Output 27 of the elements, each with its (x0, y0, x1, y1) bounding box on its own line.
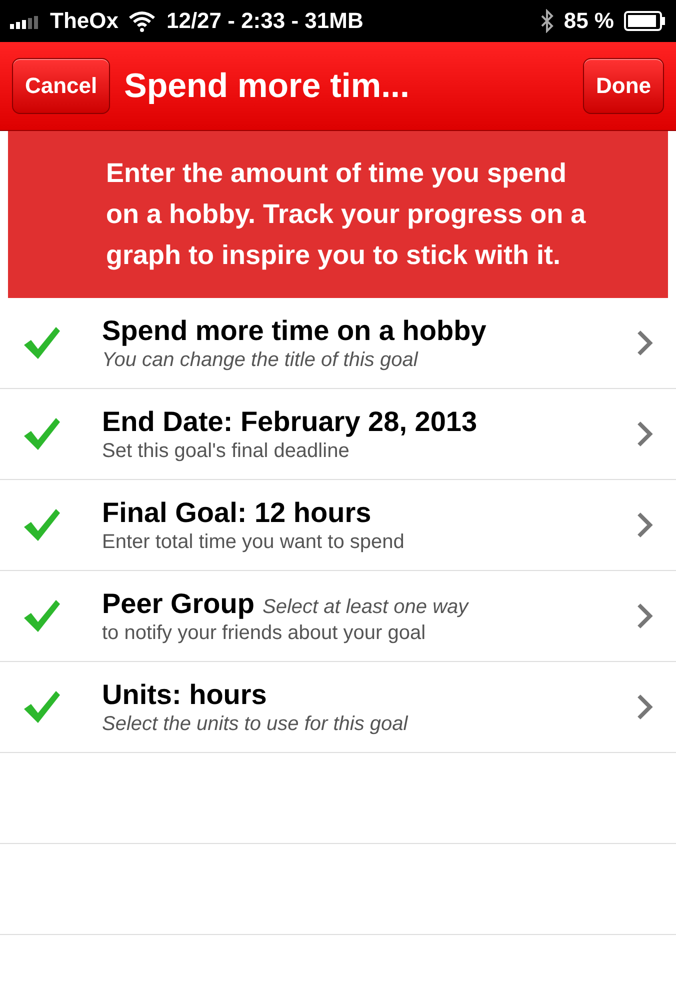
status-text: 12/27 - 2:33 - 31MB (166, 8, 364, 34)
chevron-icon[interactable] (636, 511, 654, 539)
chevron-icon[interactable] (636, 693, 654, 721)
signal-icon (10, 13, 40, 29)
battery-icon (624, 11, 666, 31)
row-title: Peer Group (102, 588, 254, 620)
row-title: End Date: February 28, 2013 (102, 406, 478, 438)
chevron-icon[interactable] (636, 329, 654, 357)
row-subtitle: Enter total time you want to spend (102, 530, 406, 554)
carrier-name: TheOx (50, 8, 118, 34)
wifi-icon (128, 10, 156, 32)
row-title: Spend more time on a hobby (102, 314, 488, 346)
bluetooth-icon (540, 9, 554, 33)
row-title: Final Goal: 12 hours (102, 496, 372, 528)
row-subtitle: to notify your friends about your goal (102, 622, 427, 644)
chevron-icon[interactable] (636, 602, 654, 630)
row-subtitle: Select the units to use for this goal (102, 712, 410, 736)
row-title: Units: hours (102, 678, 268, 710)
chevron-icon[interactable] (636, 420, 654, 448)
done-button[interactable]: Done (583, 58, 664, 114)
description-text: Enter the amount of time you spend on a hobby. Track your progress on a graph to inspire you to stick with it. (8, 131, 668, 298)
battery-percent: 85 % (564, 8, 614, 34)
row-subtitle: You can change the title of this goal (102, 348, 420, 372)
row-subtitle: Set this goal's final deadline (102, 440, 350, 462)
cancel-button[interactable]: Cancel (12, 58, 110, 114)
row-subtitle: Select at least one way (262, 596, 468, 618)
nav-title: Spend more tim... (124, 66, 410, 106)
